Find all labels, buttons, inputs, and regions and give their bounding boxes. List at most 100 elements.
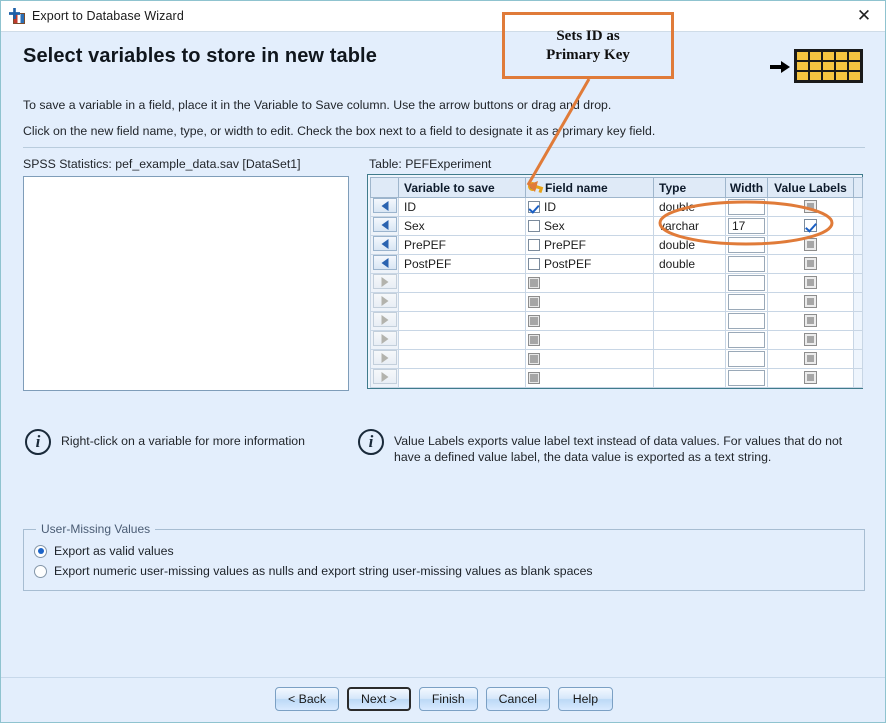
- cell-value-labels[interactable]: [767, 311, 854, 331]
- primary-key-checkbox[interactable]: [528, 258, 540, 270]
- cell-field-name[interactable]: ID: [525, 197, 654, 217]
- instruction-line-1: To save a variable in a field, place it …: [23, 98, 612, 112]
- source-variable-list[interactable]: [23, 176, 349, 391]
- table-row[interactable]: PrePEF PrePEF double: [370, 235, 863, 255]
- cell-value-labels[interactable]: [767, 330, 854, 350]
- back-button[interactable]: < Back: [275, 687, 339, 711]
- width-input[interactable]: [728, 332, 765, 348]
- move-variable-left-arrow-icon[interactable]: [372, 198, 397, 213]
- cell-field-name[interactable]: [525, 273, 654, 293]
- cell-type[interactable]: [653, 311, 726, 331]
- wizard-button-bar: < Back Next > Finish Cancel Help: [1, 687, 885, 711]
- width-input[interactable]: [728, 294, 765, 310]
- row-handle-cell: [370, 254, 399, 274]
- table-row[interactable]: [370, 368, 863, 388]
- table-row[interactable]: [370, 292, 863, 312]
- field-name-text: Sex: [544, 219, 565, 233]
- cell-field-name[interactable]: Sex: [525, 216, 654, 236]
- cell-width[interactable]: [725, 311, 768, 331]
- cell-type[interactable]: [653, 330, 726, 350]
- cell-variable-to-save[interactable]: [398, 330, 526, 350]
- width-input[interactable]: [728, 351, 765, 367]
- cell-variable-to-save[interactable]: [398, 292, 526, 312]
- cell-type[interactable]: varchar: [653, 216, 726, 236]
- cell-width[interactable]: [725, 349, 768, 369]
- cell-type[interactable]: [653, 368, 726, 388]
- radio-button-indicator[interactable]: [34, 544, 47, 558]
- table-row[interactable]: [370, 311, 863, 331]
- cell-value-labels[interactable]: [767, 254, 854, 274]
- cell-type[interactable]: double: [653, 235, 726, 255]
- primary-key-checkbox[interactable]: [528, 201, 540, 213]
- cell-value-labels[interactable]: [767, 368, 854, 388]
- cell-width[interactable]: [725, 235, 768, 255]
- width-input[interactable]: [728, 237, 765, 253]
- cell-width[interactable]: [725, 273, 768, 293]
- cell-value-labels[interactable]: [767, 349, 854, 369]
- value-labels-checkbox[interactable]: [804, 219, 817, 232]
- cell-variable-to-save[interactable]: PrePEF: [398, 235, 526, 255]
- cell-filler: [853, 235, 863, 255]
- cell-value-labels[interactable]: [767, 216, 854, 236]
- next-button[interactable]: Next >: [346, 687, 411, 711]
- cell-type[interactable]: [653, 273, 726, 293]
- width-input[interactable]: [728, 313, 765, 329]
- cell-field-name[interactable]: [525, 349, 654, 369]
- move-variable-left-arrow-icon[interactable]: [372, 236, 397, 251]
- cell-variable-to-save[interactable]: ID: [398, 197, 526, 217]
- cell-width[interactable]: [725, 254, 768, 274]
- cell-variable-to-save[interactable]: [398, 349, 526, 369]
- cell-field-name[interactable]: [525, 330, 654, 350]
- cell-field-name[interactable]: PrePEF: [525, 235, 654, 255]
- cell-value-labels[interactable]: [767, 273, 854, 293]
- cell-variable-to-save[interactable]: PostPEF: [398, 254, 526, 274]
- cell-variable-to-save[interactable]: Sex: [398, 216, 526, 236]
- cell-field-name[interactable]: [525, 292, 654, 312]
- cell-variable-to-save[interactable]: [398, 273, 526, 293]
- radio-export-as-valid-values[interactable]: Export as valid values: [34, 544, 174, 558]
- title-bar: Export to Database Wizard ✕: [1, 1, 885, 32]
- cell-width[interactable]: [725, 197, 768, 217]
- primary-key-checkbox[interactable]: [528, 220, 540, 232]
- cancel-button[interactable]: Cancel: [485, 687, 550, 711]
- table-row[interactable]: ID ID double: [370, 197, 863, 217]
- cell-type[interactable]: [653, 292, 726, 312]
- cell-field-name[interactable]: PostPEF: [525, 254, 654, 274]
- column-header-type: Type: [653, 177, 726, 198]
- close-icon[interactable]: ✕: [841, 1, 885, 31]
- cell-width[interactable]: [725, 292, 768, 312]
- cell-width[interactable]: [725, 368, 768, 388]
- cell-value-labels[interactable]: [767, 197, 854, 217]
- cell-field-name[interactable]: [525, 311, 654, 331]
- table-row[interactable]: PostPEF PostPEF double: [370, 254, 863, 274]
- table-row[interactable]: [370, 273, 863, 293]
- cell-value-labels[interactable]: [767, 235, 854, 255]
- primary-key-checkbox[interactable]: [528, 239, 540, 251]
- radio-button-indicator[interactable]: [34, 564, 47, 578]
- width-input[interactable]: 17: [728, 218, 765, 234]
- move-variable-left-arrow-icon[interactable]: [372, 255, 397, 270]
- help-button[interactable]: Help: [557, 687, 613, 711]
- cell-type[interactable]: double: [653, 254, 726, 274]
- column-header-value-labels: Value Labels: [767, 177, 854, 198]
- page-title: Select variables to store in new table: [23, 45, 377, 67]
- width-input[interactable]: [728, 256, 765, 272]
- table-row[interactable]: [370, 349, 863, 369]
- width-input[interactable]: [728, 370, 765, 386]
- cell-width[interactable]: [725, 330, 768, 350]
- radio-export-as-nulls[interactable]: Export numeric user-missing values as nu…: [34, 564, 593, 578]
- finish-button[interactable]: Finish: [418, 687, 478, 711]
- cell-value-labels[interactable]: [767, 292, 854, 312]
- cell-type[interactable]: double: [653, 197, 726, 217]
- cell-field-name[interactable]: [525, 368, 654, 388]
- cell-variable-to-save[interactable]: [398, 311, 526, 331]
- width-input[interactable]: [728, 199, 765, 215]
- table-row[interactable]: [370, 330, 863, 350]
- width-input[interactable]: [728, 275, 765, 291]
- move-variable-left-arrow-icon[interactable]: [372, 217, 397, 232]
- primary-key-checkbox: [528, 296, 540, 308]
- table-row[interactable]: Sex Sex varchar 17: [370, 216, 863, 236]
- cell-width[interactable]: 17: [725, 216, 768, 236]
- cell-type[interactable]: [653, 349, 726, 369]
- cell-variable-to-save[interactable]: [398, 368, 526, 388]
